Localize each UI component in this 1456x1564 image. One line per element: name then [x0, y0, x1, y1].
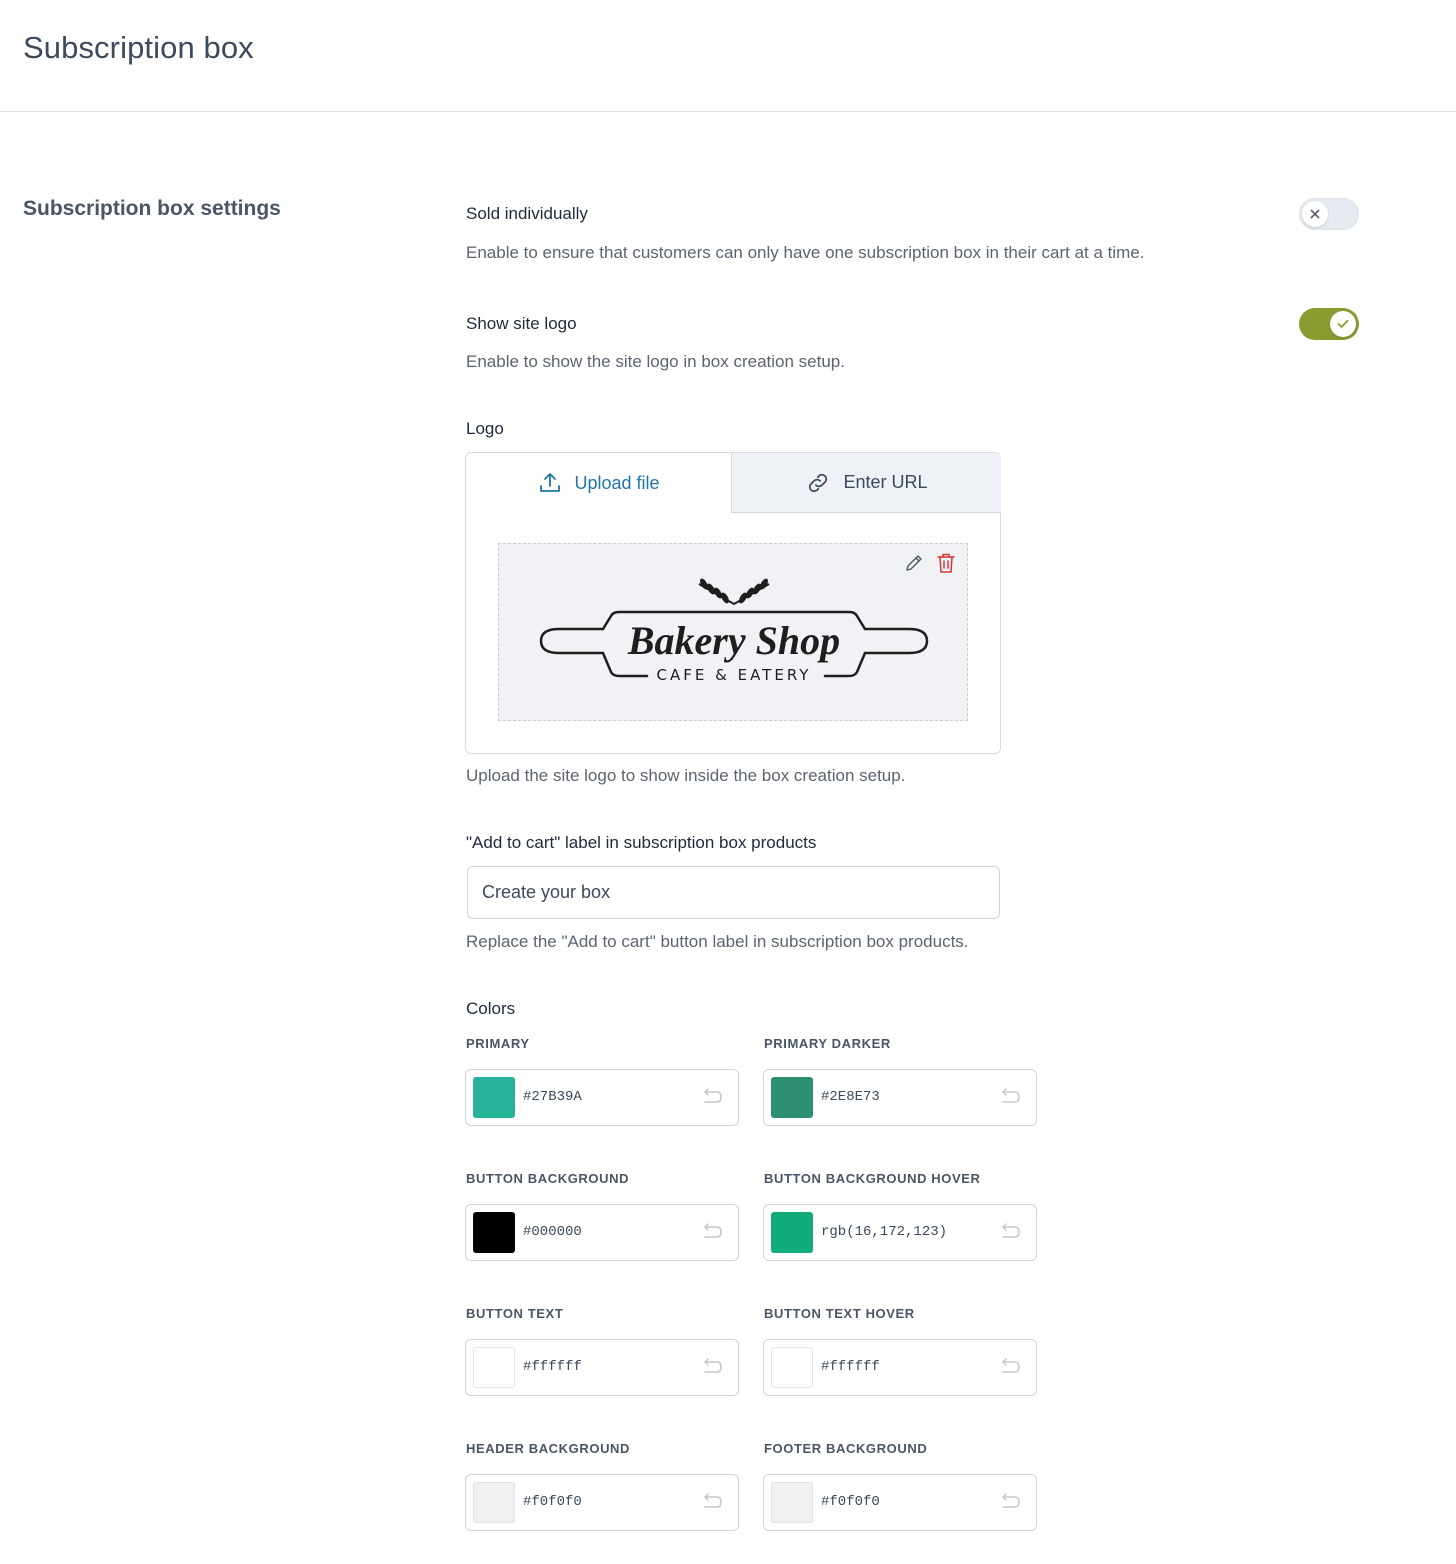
- color-value[interactable]: #2E8E73: [821, 1089, 880, 1105]
- check-icon: [1337, 319, 1349, 328]
- show-site-logo-description: Enable to show the site logo in box crea…: [466, 352, 845, 371]
- color-label-button-background: BUTTON BACKGROUND: [466, 1171, 630, 1186]
- page-title: Subscription box: [23, 30, 254, 65]
- page-header: Subscription box: [0, 0, 1456, 112]
- reset-icon[interactable]: [700, 1357, 724, 1377]
- upload-icon: [540, 473, 561, 492]
- color-swatch[interactable]: [771, 1077, 813, 1118]
- color-value[interactable]: #000000: [523, 1224, 582, 1240]
- tab-enter-url-label: Enter URL: [843, 472, 928, 492]
- color-field-footer-background[interactable]: #f0f0f0: [763, 1474, 1037, 1531]
- close-icon: [1310, 209, 1320, 219]
- toggle-knob: [1302, 201, 1328, 227]
- reset-icon[interactable]: [998, 1222, 1022, 1242]
- add-to-cart-description: Replace the "Add to cart" button label i…: [466, 932, 969, 951]
- add-to-cart-input[interactable]: [467, 866, 1000, 919]
- color-label-button-text: BUTTON TEXT: [466, 1306, 564, 1321]
- color-label-primary: PRIMARY: [466, 1036, 530, 1051]
- reset-icon[interactable]: [998, 1492, 1022, 1512]
- add-to-cart-label: "Add to cart" label in subscription box …: [466, 833, 817, 852]
- show-site-logo-label: Show site logo: [466, 314, 577, 333]
- color-label-primary-darker: PRIMARY DARKER: [764, 1036, 891, 1051]
- color-value[interactable]: #27B39A: [523, 1089, 582, 1105]
- logo-line-2: CAFE & EATERY: [657, 666, 812, 684]
- color-swatch[interactable]: [473, 1077, 515, 1118]
- color-value[interactable]: #ffffff: [821, 1359, 880, 1375]
- color-swatch[interactable]: [473, 1347, 515, 1388]
- color-field-button-background[interactable]: #000000: [465, 1204, 739, 1261]
- logo-uploader: Upload file Enter URL Bakery Shop CAFE &…: [465, 452, 1001, 754]
- color-value[interactable]: rgb(16,172,123): [821, 1224, 947, 1240]
- link-icon: [809, 473, 828, 492]
- color-label-header-background: HEADER BACKGROUND: [466, 1441, 631, 1456]
- color-field-button-text-hover[interactable]: #ffffff: [763, 1339, 1037, 1396]
- reset-icon[interactable]: [998, 1357, 1022, 1377]
- logo-preview: Bakery Shop CAFE & EATERY: [498, 543, 968, 721]
- site-logo-image: Bakery Shop CAFE & EATERY: [539, 578, 929, 684]
- color-swatch[interactable]: [771, 1212, 813, 1253]
- reset-icon[interactable]: [700, 1492, 724, 1512]
- color-field-header-background[interactable]: #f0f0f0: [465, 1474, 739, 1531]
- logo-label: Logo: [466, 419, 504, 438]
- sold-individually-label: Sold individually: [466, 204, 588, 223]
- tab-enter-url[interactable]: Enter URL: [731, 453, 1001, 513]
- reset-icon[interactable]: [998, 1087, 1022, 1107]
- color-field-primary-darker[interactable]: #2E8E73: [763, 1069, 1037, 1126]
- color-label-button-text-hover: BUTTON TEXT HOVER: [764, 1306, 915, 1321]
- logo-description: Upload the site logo to show inside the …: [466, 766, 906, 785]
- toggle-knob: [1330, 311, 1356, 337]
- tab-upload-file-label: Upload file: [574, 472, 660, 493]
- reset-icon[interactable]: [700, 1087, 724, 1107]
- color-swatch[interactable]: [473, 1482, 515, 1523]
- color-value[interactable]: #ffffff: [523, 1359, 582, 1375]
- color-field-primary[interactable]: #27B39A: [465, 1069, 739, 1126]
- color-swatch[interactable]: [771, 1482, 813, 1523]
- tab-upload-file[interactable]: Upload file: [466, 453, 732, 513]
- color-field-button-background-hover[interactable]: rgb(16,172,123): [763, 1204, 1037, 1261]
- reset-icon[interactable]: [700, 1222, 724, 1242]
- colors-label: Colors: [466, 999, 516, 1018]
- color-value[interactable]: #f0f0f0: [821, 1494, 880, 1510]
- section-title: Subscription box settings: [23, 197, 281, 220]
- color-swatch[interactable]: [473, 1212, 515, 1253]
- show-site-logo-toggle[interactable]: [1299, 308, 1359, 340]
- color-value[interactable]: #f0f0f0: [523, 1494, 582, 1510]
- logo-line-1: Bakery Shop: [627, 618, 840, 663]
- sold-individually-toggle[interactable]: [1299, 198, 1359, 230]
- color-label-footer-background: FOOTER BACKGROUND: [764, 1441, 928, 1456]
- color-field-button-text[interactable]: #ffffff: [465, 1339, 739, 1396]
- color-swatch[interactable]: [771, 1347, 813, 1388]
- sold-individually-description: Enable to ensure that customers can only…: [466, 243, 1145, 262]
- color-label-button-background-hover: BUTTON BACKGROUND HOVER: [764, 1171, 981, 1186]
